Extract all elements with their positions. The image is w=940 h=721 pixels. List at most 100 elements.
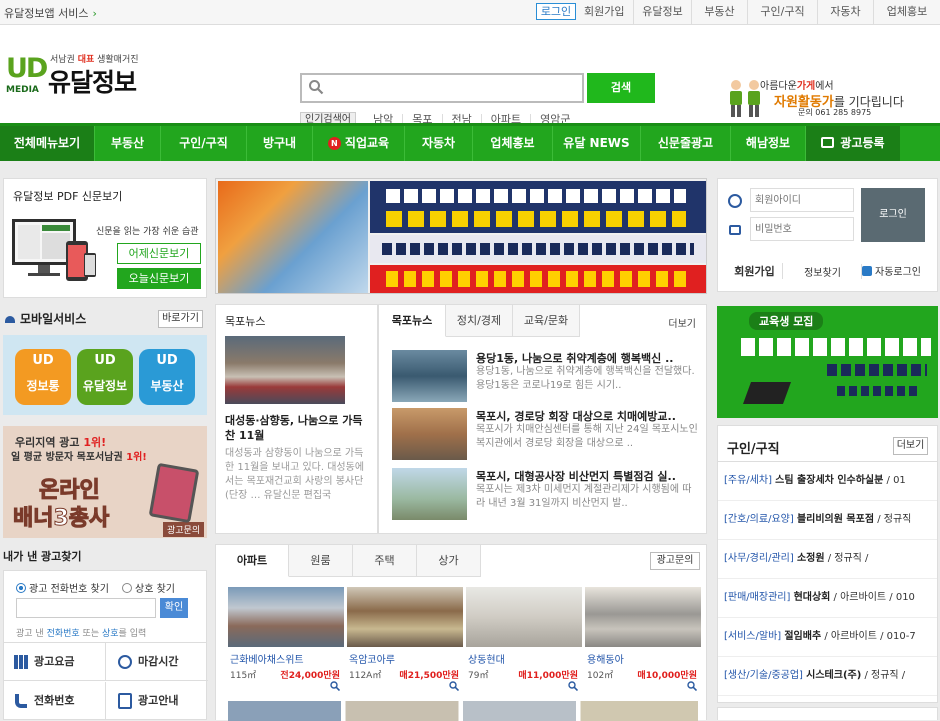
my-ad-confirm-button[interactable]: 확인 [160, 598, 188, 618]
menu-ad-rates[interactable]: 광고요금 [4, 643, 106, 681]
list-item[interactable]: [간호/의료/요양] 블리비의원 목포점 / 정규직 [718, 501, 937, 540]
top-link-cars[interactable]: 자동차 [818, 0, 874, 25]
tab-store[interactable]: 상가 [417, 545, 481, 577]
radio-name[interactable]: 상호 찾기 [122, 580, 175, 595]
zoom-icon[interactable] [330, 681, 340, 691]
tab-politics-economy[interactable]: 정치/경제 [446, 305, 513, 337]
realestate-ad-inquiry-button[interactable]: 광고문의 [650, 552, 700, 570]
list-item[interactable]: [서비스/알바] 절임배추 / 아르바이트 / 010-7 [718, 618, 937, 657]
password-input[interactable] [750, 217, 854, 241]
pdf-desc: 신문을 읽는 가장 쉬운 습관 [96, 227, 199, 237]
banner3-line5: 광고문의 [163, 522, 205, 537]
edu-banner-title: 교육생 모집 [749, 312, 824, 330]
banner-block [386, 271, 686, 287]
featured-news-image[interactable] [225, 336, 345, 404]
job-category: [서비스/알바] [724, 631, 782, 642]
property-card[interactable]: 근화베아채스위트 115㎡ 전24,000만원 [228, 587, 344, 697]
property-image [466, 587, 582, 647]
top-link-realestate[interactable]: 부동산 [692, 0, 748, 25]
job-category: [생산/기술/중공업] [724, 670, 803, 681]
list-item[interactable]: [판매/매장관리] 현대상회 / 아르바이트 / 010 [718, 579, 937, 618]
my-ad-box: 광고 전화번호 찾기 상호 찾기 확인 광고 낸 전화번호 또는 상호를 입력 [3, 570, 207, 648]
tab-education-culture[interactable]: 교육/문화 [513, 305, 580, 337]
member-id-input[interactable] [750, 188, 854, 212]
zoom-icon[interactable] [687, 681, 697, 691]
app-tile-yudal[interactable]: UD 유달정보 [77, 349, 133, 405]
list-item[interactable]: [생산/기술/중공업] 시스테크(주) / 정규직 / [718, 657, 937, 696]
job-detail: / 정규직 / [824, 553, 869, 564]
list-item[interactable]: [주유/세차] 스팀 출장세차 인수하실분 / 01 [718, 462, 937, 501]
radio-phone[interactable]: 광고 전화번호 찾기 [16, 580, 109, 595]
tab-mokpo-news[interactable]: 목포뉴스 [379, 305, 446, 337]
list-item[interactable]: 용당1동, 나눔으로 취약계층에 행복백신 .. 용당1동, 나눔으로 취약계층… [392, 350, 712, 402]
menu-deadline-label: 마감시간 [138, 655, 179, 668]
app-service-link[interactable]: 유달정보앱 서비스 › [4, 5, 97, 21]
property-name: 옥암코아루 [349, 655, 395, 666]
tab-apartment[interactable]: 아파트 [216, 545, 289, 577]
nav-jobs[interactable]: 구인/구직 [161, 126, 247, 161]
volunteer-banner[interactable]: 아름다운가게에서 자원활동가를 기다립니다 문의 061 285 8975 [726, 73, 904, 119]
mokpo-news-title: 목포뉴스 [225, 315, 266, 328]
center-banner-ad[interactable] [215, 178, 707, 294]
checkbox-checked-icon [862, 266, 872, 276]
job-category: [주유/세차] [724, 475, 772, 486]
today-newspaper-button[interactable]: 오늘신문보기 [117, 268, 201, 289]
nav-news[interactable]: 유달 NEWS [553, 126, 641, 161]
zoom-icon[interactable] [449, 681, 459, 691]
list-item[interactable]: 목포시, 경로당 회장 대상으로 치매예방교.. 목포시가 치매안심센터를 통해… [392, 408, 712, 460]
search-input[interactable] [330, 79, 578, 97]
nav-room[interactable]: 방구내 [247, 126, 313, 161]
tab-oneroom[interactable]: 원룸 [289, 545, 353, 577]
top-link-join[interactable]: 회원가입 [580, 0, 634, 25]
top-link-jobs[interactable]: 구인/구직 [748, 0, 818, 25]
nav-vocational-label: 직업교육 [344, 136, 390, 150]
my-ad-search-panel: 내가 낸 광고찾기 광고 전화번호 찾기 상호 찾기 확인 광고 낸 전화번호 … [3, 540, 208, 720]
job-detail: / 정규직 [874, 514, 912, 525]
menu-deadline[interactable]: 마감시간 [106, 643, 208, 681]
edu-recruit-banner[interactable]: 교육생 모집 [717, 306, 938, 418]
find-info-link[interactable]: 정보찾기 [784, 264, 862, 279]
zoom-icon[interactable] [568, 681, 578, 691]
search-icon [309, 80, 324, 95]
nav-all-menu[interactable]: 전체메뉴보기 [0, 126, 95, 161]
list-item[interactable]: [사무/경리/관리] 소정원 / 정규직 / [718, 540, 937, 579]
banner3-ad[interactable]: 우리지역 광고 1위! 일 평균 방문자 목포서남권 1위! 온라인 배너3총사… [3, 426, 207, 538]
property-name: 상동현대 [468, 655, 505, 666]
property-card[interactable]: 옥암코아루 112A㎡ 매21,500만원 [347, 587, 463, 697]
search-button[interactable]: 검색 [587, 73, 655, 103]
menu-ad-guide[interactable]: 광고안내 [106, 682, 208, 720]
nav-haenam[interactable]: 해남정보 [731, 126, 806, 161]
nav-vocational[interactable]: N 직업교육 [313, 126, 405, 161]
top-link-yudal[interactable]: 유달정보 [634, 0, 692, 25]
nav-business[interactable]: 업체홍보 [473, 126, 553, 161]
jobs-more-button[interactable]: 더보기 [893, 437, 928, 455]
app-logo-mark: UD [32, 353, 54, 368]
volunteer-line3: 문의 061 285 8975 [798, 108, 872, 117]
tab-house[interactable]: 주택 [353, 545, 417, 577]
property-card[interactable]: 상동현대 79㎡ 매11,000만원 [466, 587, 582, 697]
jobs-list: [주유/세차] 스팀 출장세차 인수하실분 / 01 [간호/의료/요양] 블리… [718, 461, 937, 696]
nav-realestate[interactable]: 부동산 [95, 126, 161, 161]
nav-classified[interactable]: 신문줄광고 [641, 126, 731, 161]
radio-name-label: 상호 찾기 [135, 584, 175, 595]
nav-cars[interactable]: 자동차 [405, 126, 473, 161]
property-card[interactable]: 용해동아 102㎡ 매10,000만원 [585, 587, 701, 697]
mokpo-news-featured: 목포뉴스 대성동·삼향동, 나눔으로 가득 찬 11월 대성동과 삼향동이 나눔… [215, 304, 378, 534]
news-more-link[interactable]: 더보기 [668, 315, 696, 330]
jobs-panel: 구인/구직 더보기 [주유/세차] 스팀 출장세차 인수하실분 / 01 [간호… [717, 425, 938, 703]
list-item[interactable]: 목포시, 대형공사장 비산먼지 특별점검 실.. 목포시는 제3차 미세먼지 계… [392, 468, 712, 520]
nav-ad-register[interactable]: 광고등록 [806, 126, 900, 161]
login-button[interactable]: 로그인 [861, 188, 925, 242]
auto-login-checkbox[interactable]: 자동로그인 [862, 263, 921, 278]
job-company: 블리비의원 목포점 [796, 514, 875, 525]
my-ad-input[interactable] [16, 598, 156, 618]
top-link-login[interactable]: 로그인 [536, 3, 576, 20]
app-tile-realestate[interactable]: UD 부동산 [139, 349, 195, 405]
join-link[interactable]: 회원가입 [727, 263, 783, 279]
menu-phone[interactable]: 전화번호 [4, 682, 106, 720]
featured-news-headline[interactable]: 대성동·삼향동, 나눔으로 가득 찬 11월 [225, 413, 371, 443]
mobile-shortcut-button[interactable]: 바로가기 [158, 310, 203, 328]
yesterday-newspaper-button[interactable]: 어제신문보기 [117, 243, 201, 264]
top-link-business[interactable]: 업체홍보 [874, 0, 940, 25]
app-tile-info[interactable]: UD 정보통 [15, 349, 71, 405]
